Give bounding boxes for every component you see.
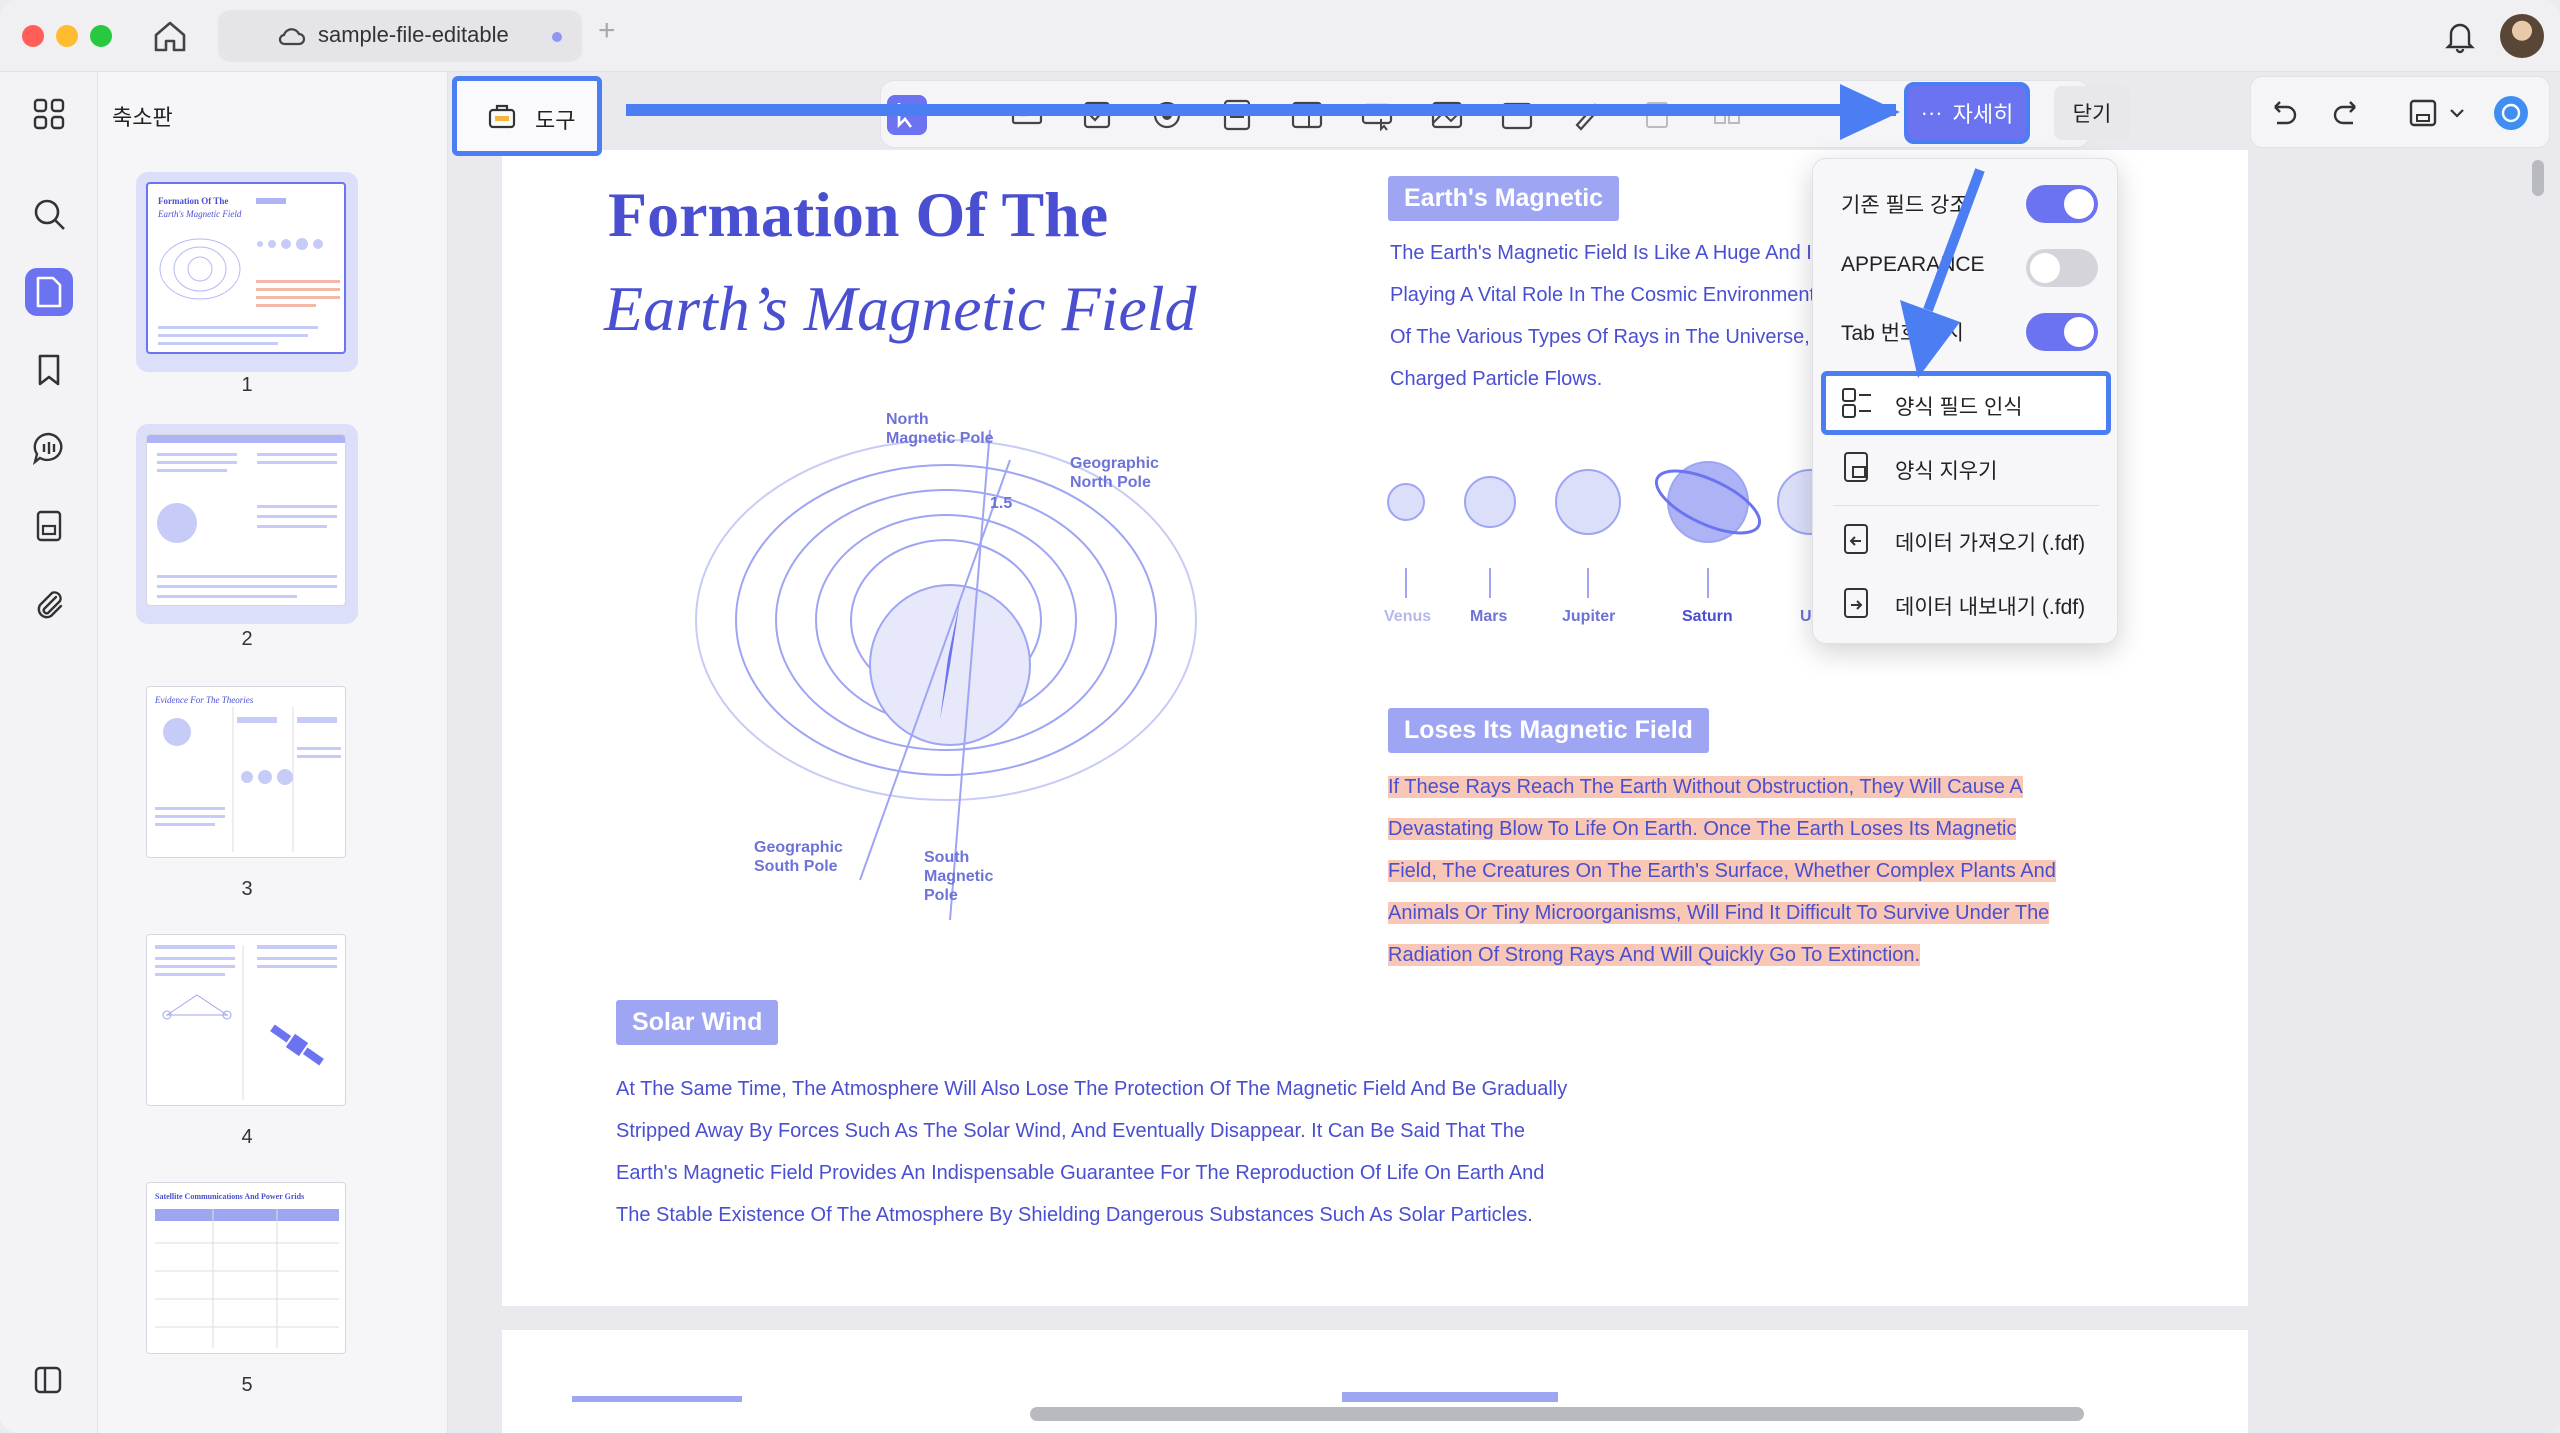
planet-label: Venus — [1384, 608, 1432, 625]
thumbnail-image — [146, 434, 346, 606]
recognize-fields-icon — [1842, 388, 1871, 418]
thumbnails-icon[interactable] — [25, 268, 73, 316]
tab-title: sample-file-editable — [318, 22, 509, 47]
right-toolbar — [2250, 76, 2550, 148]
close-window-button[interactable] — [22, 25, 44, 47]
minimize-window-button[interactable] — [56, 25, 78, 47]
save-icon[interactable] — [2403, 93, 2443, 133]
new-tab-icon[interactable]: + — [598, 14, 616, 48]
planet-label: Jupiter — [1562, 608, 1616, 625]
maximize-window-button[interactable] — [90, 25, 112, 47]
search-icon[interactable] — [25, 190, 73, 238]
section2-text: If These Rays Reach The Earth Without Ob… — [1388, 776, 2056, 966]
thumbnail-header: 축소판 — [112, 105, 173, 130]
more-dots-icon: ··· — [1920, 100, 1943, 125]
menu-item-import-data[interactable]: 데이터 가져오기 (.fdf) — [1813, 509, 2119, 569]
menu-item-export-data[interactable]: 데이터 내보내기 (.fdf) — [1813, 573, 2119, 633]
comment-icon[interactable] — [25, 424, 73, 472]
page-number: 3 — [241, 878, 253, 900]
thumbnail-image — [146, 934, 346, 1106]
section3-text: At The Same Time, The Atmosphere Will Al… — [616, 1078, 1568, 1226]
unsaved-dot — [552, 32, 562, 42]
annotation-arrow-down — [1900, 168, 1985, 378]
page-number: 4 — [241, 1126, 253, 1148]
page-thumbnail-1[interactable]: Formation Of The Earth's Magnetic Field 1 — [136, 172, 358, 396]
svg-text:Satellite Communications And P: Satellite Communications And Power Grids — [155, 1192, 304, 1201]
undo-icon[interactable] — [2263, 93, 2303, 133]
svg-text:Formation Of The: Formation Of The — [158, 196, 228, 206]
attachment-icon[interactable] — [25, 580, 73, 628]
toolbox-icon — [488, 104, 516, 129]
ai-assistant-icon[interactable] — [2491, 93, 2531, 133]
planets-illustration — [1387, 461, 1820, 598]
section1-text: The Earth's Magnetic Field Is Like A Hug… — [1390, 242, 1820, 390]
planet-label: U — [1800, 608, 1812, 625]
avatar[interactable] — [2500, 14, 2544, 58]
redo-icon[interactable] — [2327, 93, 2367, 133]
page-number: 2 — [241, 628, 253, 650]
page-number: 5 — [241, 1374, 253, 1396]
thumbnail-image: Evidence For The Theories — [146, 686, 346, 858]
planet-label: Mars — [1470, 608, 1508, 625]
import-icon — [1844, 524, 1868, 554]
thumbnail-image: Formation Of The Earth's Magnetic Field — [146, 182, 346, 354]
page-thumbnail-4[interactable]: 4 — [136, 924, 358, 1148]
planet-label: Saturn — [1682, 608, 1733, 625]
menu-divider — [1833, 505, 2099, 506]
app-window: sample-file-editable + 축소판 Formation Of … — [0, 0, 2560, 1433]
more-button[interactable]: ··· 자세히 — [1904, 82, 2030, 144]
thumbnail-image: Satellite Communications And Power Grids — [146, 1182, 346, 1354]
left-rail — [0, 72, 98, 1433]
title-bar: sample-file-editable + — [0, 0, 2560, 72]
cloud-icon — [278, 28, 306, 46]
section-heading-earths-magnetic: Earth's Magnetic — [1388, 176, 1620, 221]
angle-label: 1.5 — [990, 495, 1013, 512]
vertical-scrollbar[interactable] — [2532, 160, 2544, 196]
svg-text:Earth's Magnetic Field: Earth's Magnetic Field — [157, 209, 242, 219]
horizontal-scrollbar[interactable] — [1030, 1407, 2084, 1421]
annotation-arrowhead — [1840, 84, 1900, 140]
page-thumbnail-3[interactable]: Evidence For The Theories 3 — [136, 676, 358, 900]
sidebar-toggle-icon[interactable] — [25, 1356, 73, 1404]
geographic-north-pole-label: Geographic North Pole — [1070, 455, 1159, 491]
svg-text:Evidence For The Theories: Evidence For The Theories — [154, 695, 254, 705]
form-icon[interactable] — [25, 502, 73, 550]
geographic-south-pole-label: Geographic South Pole — [754, 839, 843, 875]
page-number: 1 — [241, 374, 253, 396]
close-button[interactable]: 닫기 — [2054, 86, 2130, 140]
clear-form-icon — [1844, 452, 1868, 482]
page-title-line1: Formation Of The — [608, 179, 1109, 250]
bell-icon[interactable] — [2440, 16, 2480, 56]
tools-button[interactable]: 도구 — [452, 76, 602, 156]
south-magnetic-pole-label: South Magnetic Pole — [924, 849, 994, 904]
export-icon — [1844, 588, 1868, 618]
home-icon[interactable] — [150, 16, 190, 56]
bookmark-icon[interactable] — [25, 346, 73, 394]
north-magnetic-pole-label: North Magnetic Pole — [886, 411, 994, 447]
chevron-down-icon[interactable] — [2447, 93, 2467, 133]
tab-numbers-toggle[interactable] — [2026, 313, 2098, 351]
annotation-arrow — [626, 104, 1896, 116]
menu-item-clear-form[interactable]: 양식 지우기 — [1813, 437, 2119, 497]
document-tab[interactable]: sample-file-editable — [218, 10, 582, 62]
tools-label: 도구 — [535, 108, 576, 133]
apps-grid-icon[interactable] — [25, 90, 73, 138]
section-heading-solar-wind: Solar Wind — [616, 1000, 779, 1045]
more-label: 자세히 — [1952, 102, 2014, 127]
magnetic-field-diagram — [695, 429, 1197, 920]
page-thumbnail-5[interactable]: Satellite Communications And Power Grids… — [136, 1172, 358, 1396]
appearance-toggle[interactable] — [2026, 249, 2098, 287]
thumbnail-panel: 축소판 Formation Of The Earth's Magnetic Fie… — [98, 72, 536, 1433]
section-heading-loses-magnetic-field: Loses Its Magnetic Field — [1388, 708, 1709, 753]
page-thumbnail-2[interactable]: 2 — [136, 424, 358, 650]
highlight-fields-toggle[interactable] — [2026, 185, 2098, 223]
page-title-line2: Earth’s Magnetic Field — [604, 273, 1197, 344]
